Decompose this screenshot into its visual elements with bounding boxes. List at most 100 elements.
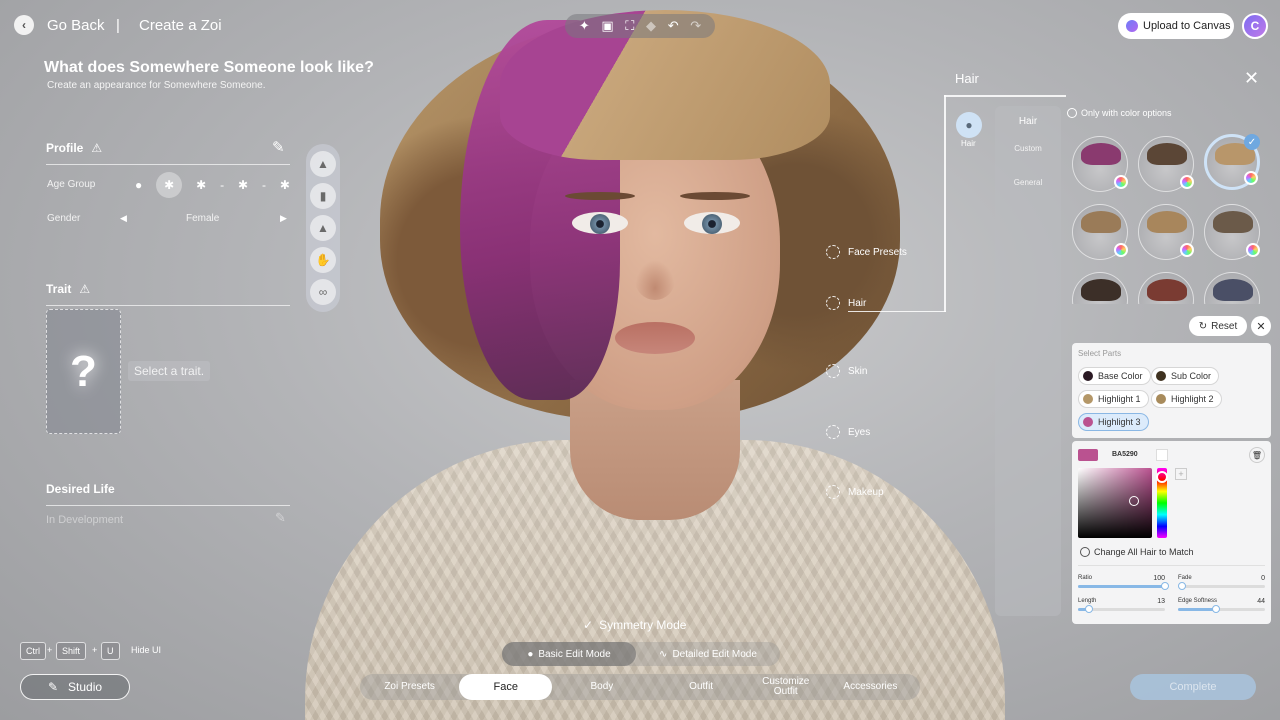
undo-icon[interactable]: ↶ [668,18,679,34]
hotspot-label: Face Presets [848,246,907,258]
age-teen-icon[interactable]: ✱ [196,178,206,192]
gender-next-icon[interactable]: ▶ [280,213,287,224]
hue-slider-knob[interactable] [1156,471,1168,483]
complete-button[interactable]: Complete [1130,674,1256,700]
face-icon: ● [527,648,534,660]
symmetry-mode-toggle[interactable]: ✓ Symmetry Mode [583,618,686,632]
go-back-link[interactable]: Go Back [47,17,105,34]
hotspot-dot-icon [826,245,840,259]
outfit-thumb-full[interactable]: ▲ [310,151,336,177]
hair-swatch[interactable] [1138,272,1194,304]
part-chip-highlight-3[interactable]: Highlight 3 [1078,413,1149,431]
account-avatar[interactable]: C [1242,13,1268,39]
hex-value[interactable]: BA5290 [1112,451,1138,458]
slider-name: Length [1078,598,1097,604]
saturation-value-area[interactable] [1078,468,1152,538]
hair-swatch[interactable] [1072,136,1128,192]
part-chip-highlight-2[interactable]: Highlight 2 [1151,390,1222,408]
hair-category-icon[interactable]: ● [956,112,982,138]
sparkle-icon[interactable]: ✦ [579,18,590,34]
hair-swatch-cap [1213,279,1253,301]
slider-value: 0 [1261,575,1265,582]
color-picker-knob[interactable] [1129,496,1139,506]
age-elder-icon[interactable]: ✱ [280,178,290,192]
hotspot-label: Eyes [848,426,871,438]
warning-icon[interactable]: ⚠ [91,141,102,155]
trash-icon[interactable]: 🗑 [1249,447,1265,463]
color-wheel-icon [1244,171,1258,185]
close-icon[interactable]: ✕ [1244,68,1259,89]
age-infant-icon[interactable]: ● [135,178,142,192]
warning-icon[interactable]: ⚠ [79,282,90,296]
part-chip-label: Base Color [1098,371,1143,381]
part-chip-base-color[interactable]: Base Color [1078,367,1151,385]
close-icon[interactable]: ✕ [1251,316,1271,336]
age-adult-icon[interactable]: ✱ [238,178,248,192]
hair-swatch-cap [1081,211,1121,233]
slider-knob[interactable] [1178,582,1186,590]
category-tabs: Zoi Presets Face Body Outfit Customize O… [360,674,920,700]
outfit-thumb-hands[interactable]: ✋ [310,247,336,273]
back-icon[interactable]: ‹ [14,15,34,35]
hotspot-eyes[interactable]: Eyes [826,425,870,439]
gender-value: Female [186,213,220,224]
redo-icon[interactable]: ↷ [690,18,701,34]
tab-customize-outfit[interactable]: Customize Outfit [751,677,821,697]
white-swatch[interactable] [1156,449,1168,461]
tab-accessories[interactable]: Accessories [821,682,920,692]
edit-profile-icon[interactable]: ✎ [272,138,285,156]
gender-prev-icon[interactable]: ◀ [120,213,127,224]
part-chip-label: Highlight 1 [1098,394,1141,404]
hair-swatch[interactable] [1072,272,1128,304]
part-chip-highlight-1[interactable]: Highlight 1 [1078,390,1149,408]
tab-body[interactable]: Body [552,682,651,692]
upload-to-canvas-button[interactable]: Upload to Canvas [1118,13,1234,39]
subnav-hair[interactable]: Hair [995,116,1061,127]
slider-knob[interactable] [1161,582,1169,590]
slider-knob[interactable] [1212,605,1221,613]
desired-life-heading: Desired Life [46,482,115,496]
edit-desired-life-icon: ✎ [275,510,286,525]
left-eye [572,212,628,234]
gender-label: Gender [47,213,81,224]
reset-button[interactable]: ↻ Reset [1189,316,1247,336]
subnav-general[interactable]: General [995,178,1061,187]
camera-icon[interactable]: ▣ [601,18,613,34]
detailed-edit-mode-button[interactable]: ∿ Detailed Edit Mode [636,642,780,666]
hotspot-makeup[interactable]: Makeup [826,485,884,499]
studio-button[interactable]: ✎ Studio [20,674,130,700]
hair-swatch[interactable] [1204,272,1260,304]
color-options-filter[interactable]: Only with color options [1067,108,1172,118]
current-color-swatch[interactable] [1078,449,1098,461]
change-all-hair-toggle[interactable]: Change All Hair to Match [1080,547,1194,557]
tab-outfit[interactable]: Outfit [652,682,751,692]
hotspot-face-presets[interactable]: Face Presets [826,245,907,259]
outfit-thumb-dress[interactable]: ▲ [310,215,336,241]
brush-icon: ✎ [47,680,59,694]
hotspot-skin[interactable]: Skin [826,364,867,378]
add-swatch-icon[interactable]: + [1175,468,1187,480]
hotspot-hair[interactable]: Hair [826,296,866,310]
hair-swatch[interactable] [1072,204,1128,260]
hair-swatch[interactable] [1138,136,1194,192]
outfit-thumb-glasses[interactable]: ∞ [310,279,336,305]
mask-icon[interactable]: ◆ [646,18,656,34]
outfit-thumb-legs[interactable]: ▮ [310,183,336,209]
tab-zoi-presets[interactable]: Zoi Presets [360,682,459,692]
subnav-custom[interactable]: Custom [995,144,1061,153]
hair-category-label: Hair [961,139,976,148]
part-chip-sub-color[interactable]: Sub Color [1151,367,1220,385]
trait-slot[interactable]: ? [46,309,121,434]
upload-label: Upload to Canvas [1143,20,1231,32]
hotspot-dot-icon [826,485,840,499]
character-model[interactable] [300,0,1010,720]
age-child-icon[interactable]: ✱ [156,172,183,198]
slider-knob[interactable] [1085,605,1094,613]
hair-swatch[interactable] [1204,204,1260,260]
hair-swatch[interactable] [1138,204,1194,260]
tab-face[interactable]: Face [459,674,553,700]
desired-life-status: In Development [46,514,124,526]
focus-icon[interactable]: ⛶ [625,18,634,34]
basic-edit-mode-button[interactable]: ● Basic Edit Mode [502,642,636,666]
hair-swatch[interactable]: ✓ [1204,134,1260,190]
